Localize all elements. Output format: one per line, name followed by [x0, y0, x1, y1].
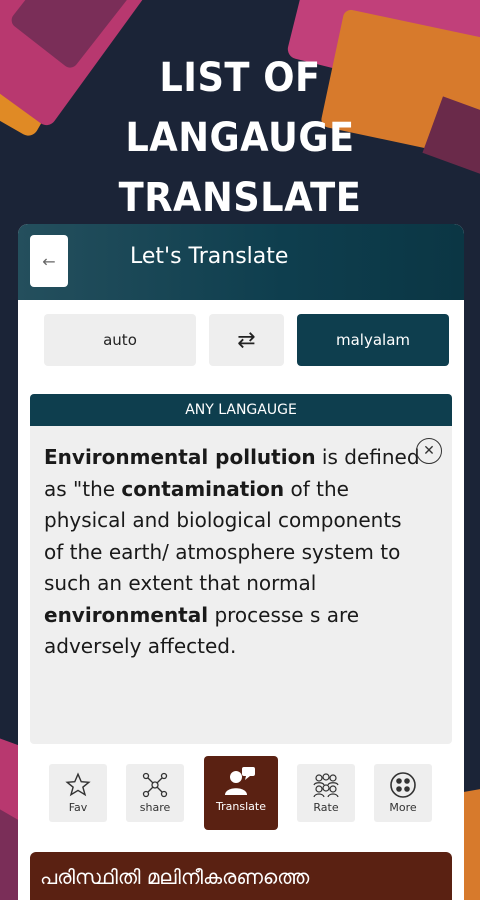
swap-languages-button[interactable]: ⇄	[209, 314, 284, 366]
back-button[interactable]: ←	[30, 235, 68, 287]
headline-line-2: LANGAUGE TRANSLATE	[118, 115, 362, 221]
section-label: ANY LANGAUGE	[30, 394, 452, 426]
target-language-button[interactable]: malyalam	[297, 314, 449, 366]
source-text-bold-segment: contamination	[121, 476, 285, 501]
clear-text-button[interactable]: ✕	[416, 438, 442, 464]
translate-button[interactable]: Translate	[204, 756, 278, 830]
fav-label: Fav	[68, 801, 88, 814]
action-bar: Fav share Translate Rate More	[18, 756, 464, 832]
close-circle-icon: ✕	[423, 443, 435, 459]
app-title: Let's Translate	[130, 244, 289, 269]
fav-button[interactable]: Fav	[49, 764, 107, 822]
swap-arrows-icon: ⇄	[237, 327, 256, 353]
app-bar: ← Let's Translate	[18, 224, 464, 300]
share-button[interactable]: share	[126, 764, 184, 822]
arrow-left-icon: ←	[42, 251, 56, 271]
source-text-bold-segment: Environmental pollution	[44, 445, 316, 469]
more-grid-icon	[389, 770, 417, 800]
share-network-icon	[141, 770, 169, 800]
translated-text: പരിസ്ഥിതി മലിനീകരണത്തെ	[40, 865, 310, 889]
more-button[interactable]: More	[374, 764, 432, 822]
source-language-button[interactable]: auto	[44, 314, 196, 366]
translate-person-icon	[224, 766, 258, 796]
star-icon	[65, 770, 91, 800]
language-selector-row: auto ⇄ malyalam	[18, 314, 464, 366]
rate-button[interactable]: Rate	[297, 764, 355, 822]
rate-label: Rate	[313, 801, 339, 814]
more-label: More	[389, 801, 417, 814]
source-text-area[interactable]: Environmental pollution is defined as "t…	[30, 426, 452, 744]
translation-result: പരിസ്ഥിതി മലിനീകരണത്തെ	[30, 852, 452, 900]
source-text-bold-segment: environmental	[44, 602, 209, 627]
share-label: share	[139, 801, 171, 814]
promo-headline: LIST OF LANGAUGE TRANSLATE	[19, 48, 461, 228]
source-text: Environmental pollution is defined as "t…	[44, 442, 424, 663]
people-rate-icon	[311, 770, 341, 800]
headline-line-1: LIST OF	[159, 55, 321, 101]
app-screen: ← Let's Translate auto ⇄ malyalam ANY LA…	[18, 224, 464, 900]
translate-label: Translate	[216, 800, 266, 813]
